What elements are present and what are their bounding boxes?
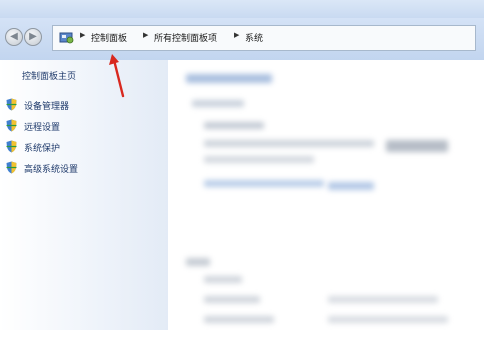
blurred-text-line bbox=[204, 156, 314, 163]
blurred-text-line bbox=[328, 296, 438, 303]
task-label: 系统保护 bbox=[24, 144, 61, 154]
shield-icon bbox=[6, 161, 17, 174]
control-panel-icon bbox=[59, 32, 74, 44]
window-title-bar bbox=[0, 0, 484, 18]
blurred-text-line bbox=[328, 316, 448, 323]
control-panel-home-link[interactable]: 控制面板主页 bbox=[22, 69, 76, 82]
back-button[interactable]: ◀ bbox=[5, 28, 23, 46]
blurred-system-info-content bbox=[168, 60, 484, 330]
blurred-logo bbox=[386, 140, 448, 152]
breadcrumb-separator-icon[interactable]: ▶ bbox=[234, 31, 239, 39]
breadcrumb-all-items[interactable]: 所有控制面板项 bbox=[154, 31, 217, 44]
task-label: 高级系统设置 bbox=[24, 165, 79, 175]
blurred-text-line bbox=[204, 140, 374, 147]
breadcrumb-separator-icon[interactable]: ▶ bbox=[80, 31, 85, 39]
blurred-link bbox=[328, 182, 374, 190]
breadcrumb-separator-icon[interactable]: ▶ bbox=[143, 31, 148, 39]
blurred-text-line bbox=[204, 316, 274, 323]
breadcrumb-control-panel[interactable]: 控制面板 bbox=[91, 31, 127, 44]
left-navigation-pane: 控制面板主页 设备管理器 远程设置 系统保护 高级系统设置 bbox=[0, 60, 168, 330]
navigation-toolbar: ◀ ▶ ▶ 控制面板 ▶ 所有控制面板项 ▶ 系统 bbox=[0, 18, 484, 60]
blurred-heading bbox=[186, 258, 210, 266]
blurred-text-line bbox=[204, 122, 264, 129]
forward-button[interactable]: ▶ bbox=[24, 28, 42, 46]
breadcrumb-system[interactable]: 系统 bbox=[245, 31, 263, 44]
address-bar[interactable]: ▶ 控制面板 ▶ 所有控制面板项 ▶ 系统 bbox=[52, 25, 476, 51]
task-label: 远程设置 bbox=[24, 123, 61, 133]
shield-icon bbox=[6, 119, 17, 132]
blurred-link bbox=[204, 180, 324, 187]
control-panel-window: ◀ ▶ ▶ 控制面板 ▶ 所有控制面板项 ▶ 系统 控制面板主页 设备管理器 远… bbox=[0, 0, 484, 330]
red-annotation-arrow bbox=[109, 54, 125, 98]
blurred-text-line bbox=[192, 100, 244, 107]
task-label: 设备管理器 bbox=[24, 102, 70, 112]
shield-icon bbox=[6, 98, 17, 111]
shield-icon bbox=[6, 140, 17, 153]
blurred-text-line bbox=[204, 296, 260, 303]
blurred-text-line bbox=[204, 276, 242, 283]
blurred-heading bbox=[186, 74, 272, 83]
